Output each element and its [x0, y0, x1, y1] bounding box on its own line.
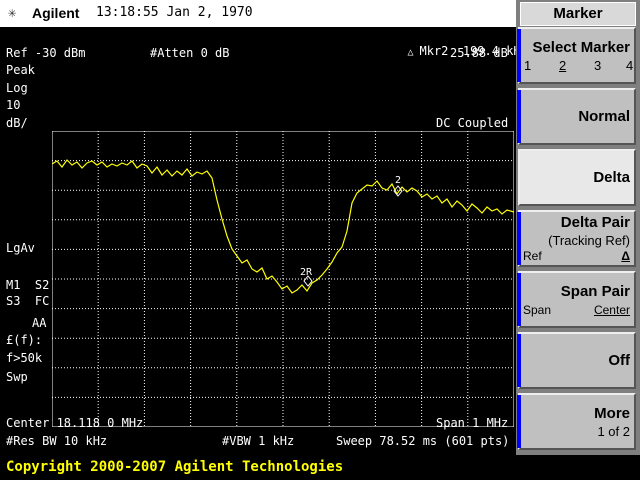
brand-name: Agilent: [32, 5, 80, 21]
marker-2-label: 2: [395, 175, 402, 186]
agilent-logo-icon: ✳: [8, 5, 17, 21]
ef-label: £(f):: [6, 333, 43, 347]
menu-title: Marker: [520, 2, 636, 26]
active-indicator: [517, 395, 521, 448]
marker-option-3: 3: [594, 58, 602, 73]
m1s2-label: M1 S2: [6, 278, 50, 292]
status-bar: ✳ Agilent 13:18:55 Jan 2, 1970: [0, 0, 516, 27]
ref-level: Ref -30 dBm: [6, 46, 86, 60]
active-indicator: [517, 90, 521, 143]
active-indicator: [517, 29, 521, 82]
center-frequency: Center 18.118 0 MHz: [6, 416, 144, 430]
video-bw: #VBW 1 kHz: [222, 434, 295, 448]
select-marker-label: Select Marker: [532, 39, 630, 56]
normal-button[interactable]: Normal: [517, 88, 636, 145]
active-indicator: [517, 273, 521, 326]
marker-option-1: 1: [524, 58, 532, 73]
aa-label: AA: [32, 316, 47, 330]
scale-value: 10: [6, 98, 21, 112]
off-button[interactable]: Off: [517, 332, 636, 389]
f50k-label: f>50k: [6, 351, 43, 365]
copyright-bar: Copyright 2000-2007 Agilent Technologies: [0, 455, 640, 480]
scale-type-label: Log: [6, 81, 28, 95]
span-option-label: Span: [523, 303, 552, 317]
center-option-label: Center: [593, 303, 630, 317]
sweep-time: Sweep 78.52 ms (601 pts): [336, 434, 510, 448]
tracking-ref-label: (Tracking Ref): [548, 233, 630, 248]
marker-option-4: 4: [626, 58, 634, 73]
copyright-text: Copyright 2000-2007 Agilent Technologies: [6, 459, 344, 475]
marker-value: 25.88 dB: [450, 46, 508, 60]
marker-2r-label: 2R: [300, 267, 313, 278]
lgav-label: LgAv: [6, 241, 35, 255]
more-page-label: 1 of 2: [597, 424, 630, 439]
active-indicator: [517, 212, 521, 265]
attenuation: #Atten 0 dB: [150, 46, 230, 60]
clock: 13:18:55 Jan 2, 1970: [96, 5, 253, 20]
span-value: Span 1 MHz: [436, 416, 509, 430]
marker-option-2: 2: [559, 58, 567, 73]
delta-pair-button[interactable]: Delta Pair (Tracking Ref) Ref Δ: [517, 210, 636, 267]
s3fc-label: S3 FC: [6, 294, 50, 308]
select-marker-button[interactable]: Select Marker 1 2 3 4: [517, 27, 636, 84]
swp-label: Swp: [6, 370, 28, 384]
spectrum-graticule: [52, 131, 514, 427]
more-label: More: [594, 405, 630, 422]
more-button[interactable]: More 1 of 2: [517, 393, 636, 450]
ref-label: Ref: [523, 249, 542, 263]
span-pair-button[interactable]: Span Pair Span Center: [517, 271, 636, 328]
detector-label: Peak: [6, 63, 35, 77]
delta-symbol: Δ: [621, 249, 630, 263]
grid-lines: [52, 131, 514, 427]
dc-coupled-label: DC Coupled: [436, 116, 509, 130]
res-bw: #Res BW 10 kHz: [6, 434, 108, 448]
delta-button[interactable]: Delta: [518, 149, 636, 206]
span-pair-label: Span Pair: [560, 283, 630, 300]
delta-label: Delta: [593, 169, 630, 186]
normal-label: Normal: [578, 108, 630, 125]
off-label: Off: [608, 352, 630, 369]
active-indicator: [517, 334, 521, 387]
delta-pair-label: Delta Pair: [560, 214, 630, 231]
scale-unit: dB/: [6, 116, 28, 130]
